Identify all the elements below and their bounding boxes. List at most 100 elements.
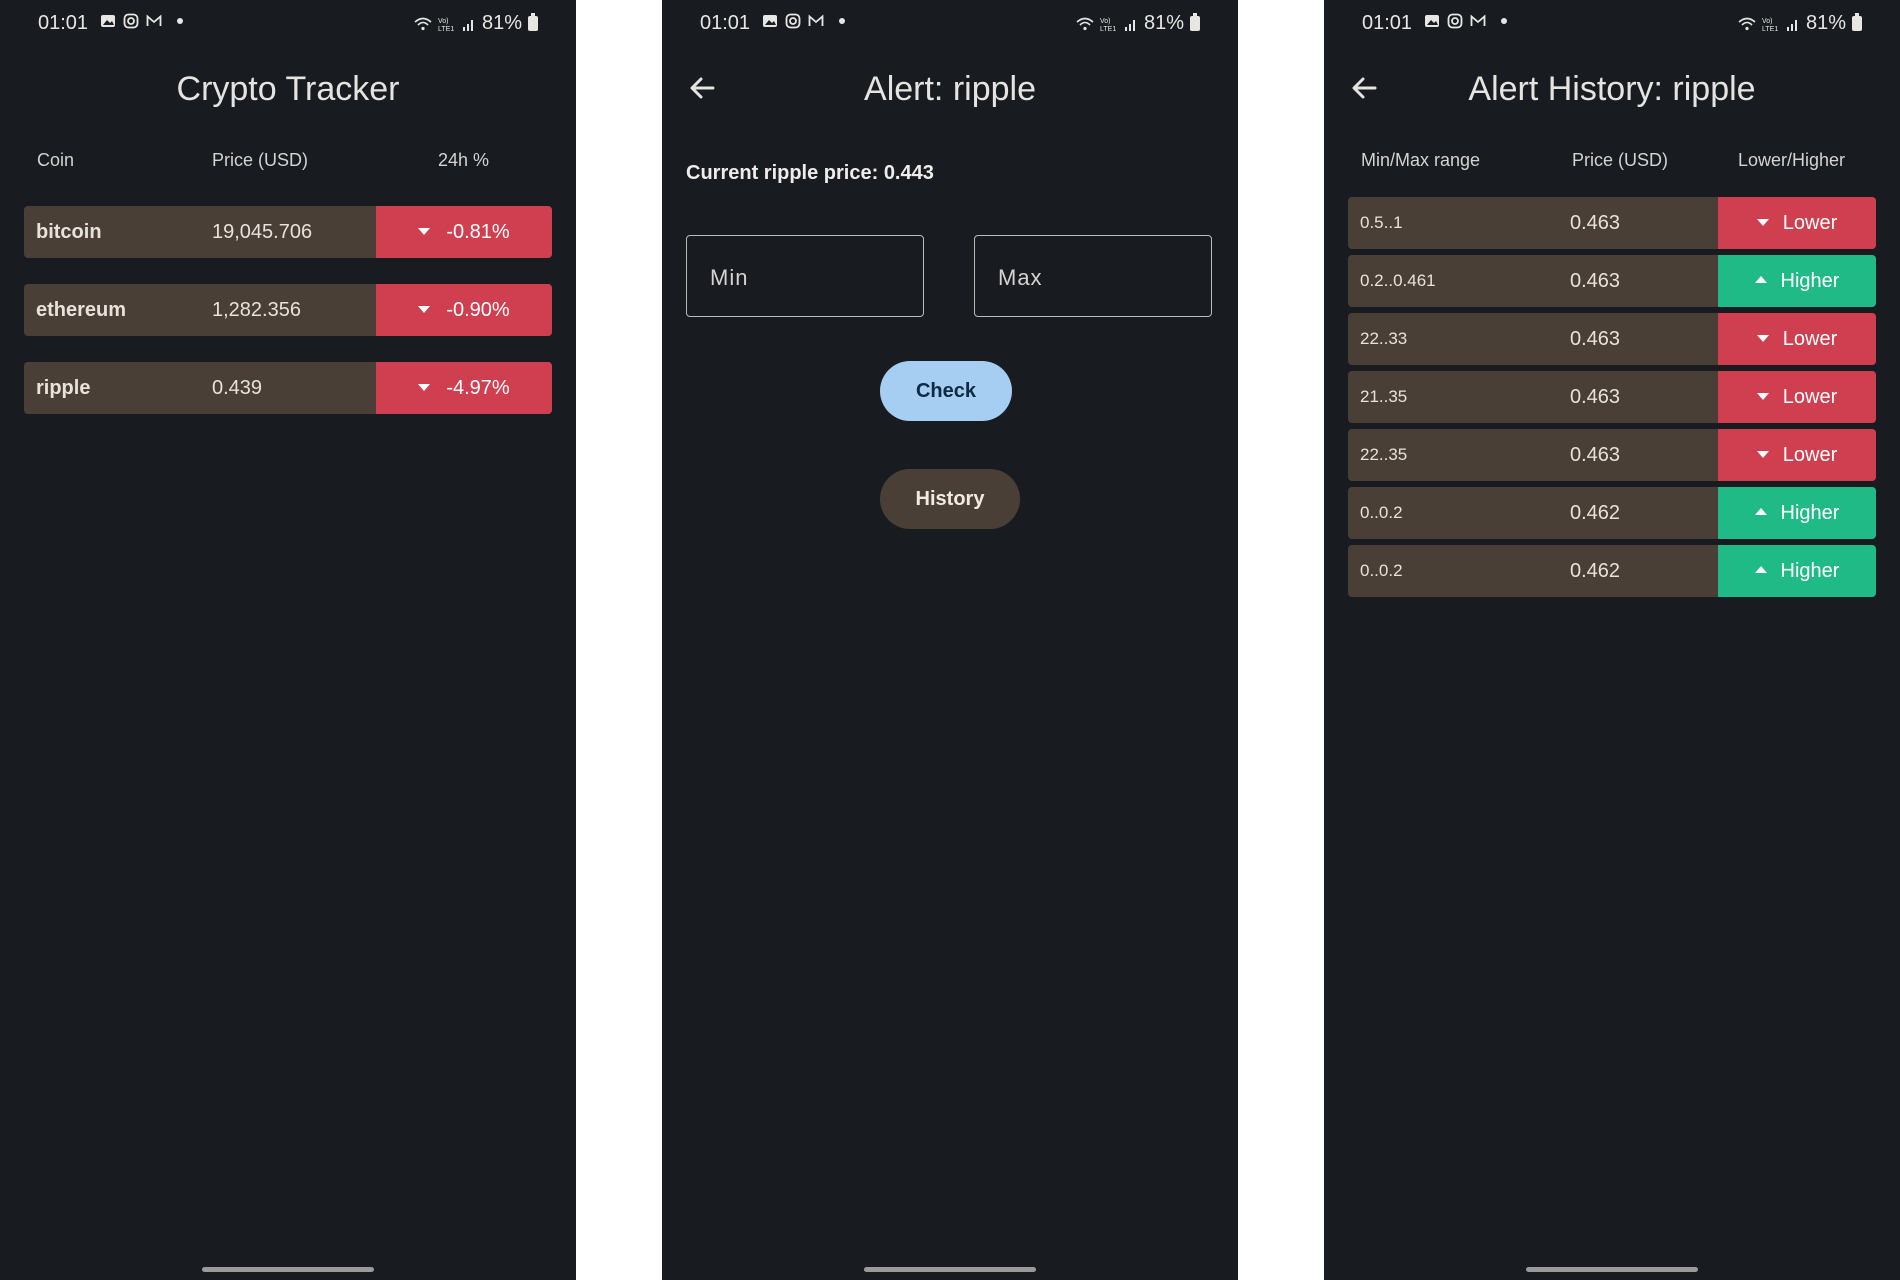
home-indicator[interactable] bbox=[864, 1267, 1036, 1272]
status-time: 01:01 bbox=[38, 12, 89, 34]
battery-icon bbox=[1190, 13, 1200, 31]
max-input[interactable]: Max bbox=[974, 235, 1212, 317]
coin-name: ethereum bbox=[36, 299, 127, 321]
wifi-icon bbox=[414, 17, 432, 30]
instagram-icon bbox=[785, 13, 801, 29]
max-placeholder: Max bbox=[998, 265, 1043, 290]
volte-icon: Vo)LTE1 bbox=[1100, 18, 1116, 32]
direction-label: Lower bbox=[1782, 386, 1838, 408]
coin-price: 0.439 bbox=[212, 377, 263, 399]
coin-row-ethereum[interactable]: ethereum 1,282.356 -0.90% bbox=[24, 284, 552, 336]
home-indicator[interactable] bbox=[1526, 1267, 1698, 1272]
caret-up-icon bbox=[1754, 508, 1767, 516]
page-title: Alert History: ripple bbox=[1468, 70, 1756, 108]
range-value: 22..35 bbox=[1360, 445, 1408, 464]
history-button[interactable]: History bbox=[880, 469, 1020, 529]
alert-history-screen: 01:01 Vo) LTE1 81% Alert History: ripple … bbox=[1324, 0, 1900, 1280]
direction-label: Higher bbox=[1780, 270, 1840, 292]
status-bar: 01:01 Vo) LTE1 81% bbox=[0, 0, 576, 48]
svg-text:LTE1: LTE1 bbox=[1762, 26, 1778, 32]
direction-badge: Lower bbox=[1718, 429, 1876, 481]
price-value: 0.463 bbox=[1570, 386, 1621, 408]
change-value: -0.90% bbox=[446, 299, 510, 321]
history-row: 0..0.2 0.462 Higher bbox=[1348, 545, 1876, 597]
wifi-icon bbox=[1738, 17, 1756, 30]
column-header-price: Price (USD) bbox=[212, 150, 309, 170]
caret-down-icon bbox=[1756, 218, 1769, 226]
caret-down-icon bbox=[1756, 334, 1769, 342]
direction-badge: Higher bbox=[1718, 545, 1876, 597]
gallery-icon bbox=[1425, 15, 1439, 27]
direction-label: Higher bbox=[1780, 502, 1840, 524]
gmail-icon bbox=[146, 14, 162, 26]
home-indicator[interactable] bbox=[202, 1267, 374, 1272]
range-value: 0..0.2 bbox=[1360, 561, 1403, 580]
status-bar: 01:01 Vo) LTE1 81% bbox=[1324, 0, 1900, 48]
svg-text:LTE1: LTE1 bbox=[438, 26, 454, 32]
range-value: 0..0.2 bbox=[1360, 503, 1403, 522]
coin-name: bitcoin bbox=[36, 221, 102, 243]
gmail-icon bbox=[808, 14, 824, 26]
price-value: 0.462 bbox=[1570, 502, 1621, 524]
caret-down-icon bbox=[418, 305, 431, 313]
signal-icon bbox=[462, 19, 473, 31]
history-row: 0.2..0.461 0.463 Higher bbox=[1348, 255, 1876, 307]
coin-name: ripple bbox=[36, 377, 91, 399]
svg-text:Vo): Vo) bbox=[438, 18, 449, 25]
coin-price: 19,045.706 bbox=[212, 221, 313, 243]
caret-up-icon bbox=[1754, 566, 1767, 574]
change-badge: -0.90% bbox=[376, 284, 552, 336]
page-title: Alert: ripple bbox=[864, 70, 1036, 108]
battery-icon bbox=[528, 13, 538, 31]
svg-text:LTE1: LTE1 bbox=[1100, 26, 1116, 32]
column-header-price: Price (USD) bbox=[1572, 150, 1669, 170]
change-value: -4.97% bbox=[446, 377, 510, 399]
tracker-screen: 01:01 Vo) LTE1 81% Crypto Tracker Coin Pr… bbox=[0, 0, 576, 1280]
direction-label: Lower bbox=[1782, 328, 1838, 350]
status-time: 01:01 bbox=[700, 12, 751, 34]
price-value: 0.463 bbox=[1570, 328, 1621, 350]
caret-down-icon bbox=[1756, 392, 1769, 400]
column-header-change: 24h % bbox=[438, 150, 490, 170]
coin-price: 1,282.356 bbox=[212, 299, 301, 321]
change-badge: -4.97% bbox=[376, 362, 552, 414]
min-input[interactable]: Min bbox=[686, 235, 924, 317]
instagram-icon bbox=[1447, 13, 1463, 29]
wifi-icon bbox=[1076, 17, 1094, 30]
coin-row-ripple[interactable]: ripple 0.439 -4.97% bbox=[24, 362, 552, 414]
direction-badge: Lower bbox=[1718, 197, 1876, 249]
direction-label: Higher bbox=[1780, 560, 1840, 582]
price-value: 0.463 bbox=[1570, 270, 1621, 292]
signal-icon bbox=[1786, 19, 1797, 31]
caret-up-icon bbox=[1754, 276, 1767, 284]
history-row: 22..33 0.463 Lower bbox=[1348, 313, 1876, 365]
alert-screen: 01:01 Vo) LTE1 81% Alert: ripple Current … bbox=[662, 0, 1238, 1280]
notification-dot-icon bbox=[177, 18, 183, 24]
direction-badge: Lower bbox=[1718, 313, 1876, 365]
gallery-icon bbox=[763, 15, 777, 27]
check-button[interactable]: Check bbox=[880, 361, 1012, 421]
coin-row-bitcoin[interactable]: bitcoin 19,045.706 -0.81% bbox=[24, 206, 552, 258]
caret-down-icon bbox=[418, 227, 431, 235]
svg-text:Vo): Vo) bbox=[1100, 18, 1111, 25]
volte-icon: Vo)LTE1 bbox=[438, 18, 454, 32]
volte-icon: Vo)LTE1 bbox=[1762, 18, 1778, 32]
svg-text:Vo): Vo) bbox=[1762, 18, 1773, 25]
notification-dot-icon bbox=[1501, 18, 1507, 24]
notification-dot-icon bbox=[839, 18, 845, 24]
price-value: 0.463 bbox=[1570, 212, 1621, 234]
page-title: Crypto Tracker bbox=[176, 70, 400, 108]
change-value: -0.81% bbox=[446, 221, 510, 243]
price-value: 0.462 bbox=[1570, 560, 1621, 582]
direction-badge: Higher bbox=[1718, 487, 1876, 539]
battery-icon bbox=[1852, 13, 1862, 31]
gmail-icon bbox=[1470, 14, 1486, 26]
instagram-icon bbox=[123, 13, 139, 29]
range-value: 0.2..0.461 bbox=[1360, 271, 1436, 290]
caret-down-icon bbox=[1756, 450, 1769, 458]
current-price-label: Current ripple price: 0.443 bbox=[686, 162, 934, 184]
signal-icon bbox=[1124, 19, 1135, 31]
direction-badge: Lower bbox=[1718, 371, 1876, 423]
range-value: 21..35 bbox=[1360, 387, 1408, 406]
column-header-coin: Coin bbox=[37, 150, 75, 170]
